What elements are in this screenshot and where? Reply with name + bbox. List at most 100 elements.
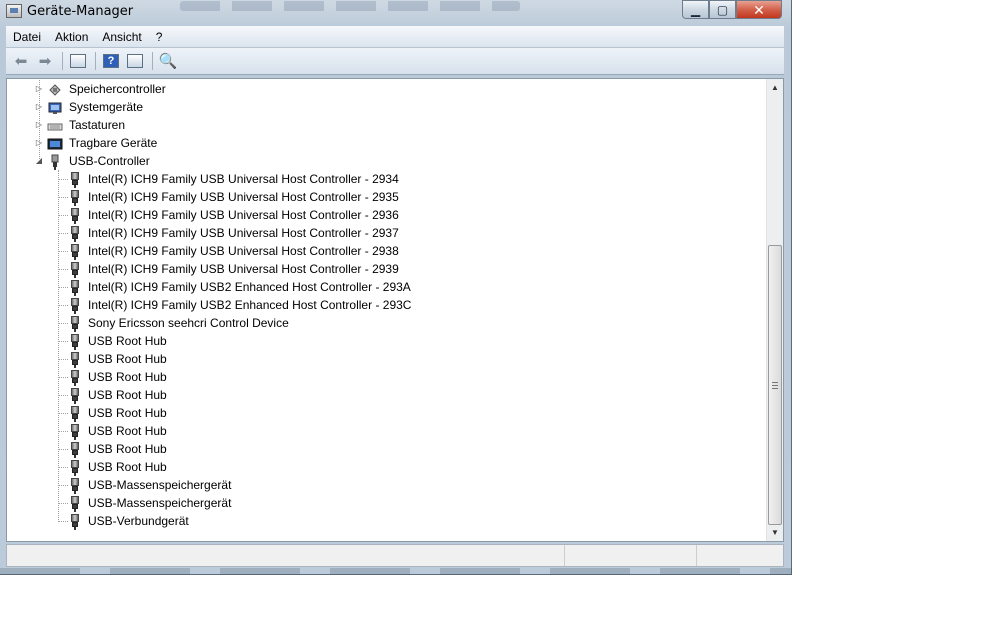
tree-branch-line bbox=[58, 431, 68, 432]
minimize-button[interactable]: ▁ bbox=[682, 0, 709, 19]
tree-category-row[interactable]: ▷ Tragbare Geräte bbox=[7, 134, 767, 152]
menu-aktion[interactable]: Aktion bbox=[48, 30, 95, 44]
usb-device-row[interactable]: Intel(R) ICH9 Family USB Universal Host … bbox=[7, 260, 767, 278]
tree-branch-line bbox=[58, 377, 68, 378]
usb-device-row[interactable]: Intel(R) ICH9 Family USB Universal Host … bbox=[7, 242, 767, 260]
minimize-icon: ▁ bbox=[690, 2, 701, 17]
title-bar[interactable]: Geräte-Manager ▁ ▢ ✕ bbox=[0, 0, 792, 24]
usb-device-label: USB Root Hub bbox=[88, 442, 167, 456]
usb-device-icon bbox=[67, 316, 83, 332]
status-bar bbox=[6, 544, 784, 567]
tree-category-label: Tragbare Geräte bbox=[69, 136, 158, 150]
usb-device-label: USB-Massenspeichergerät bbox=[88, 478, 232, 492]
tree-category-row[interactable]: ◢ USB-Controller bbox=[7, 152, 767, 170]
tree-category-label: Tastaturen bbox=[69, 118, 126, 132]
usb-device-label: Intel(R) ICH9 Family USB2 Enhanced Host … bbox=[88, 298, 412, 312]
forward-icon: ➡ bbox=[38, 53, 52, 70]
help-icon: ? bbox=[103, 54, 119, 68]
properties-button[interactable] bbox=[67, 51, 89, 71]
back-icon: ⬅ bbox=[14, 53, 28, 70]
usb-device-label: USB Root Hub bbox=[88, 352, 167, 366]
back-button[interactable]: ⬅ bbox=[10, 51, 32, 71]
tree-connector-line bbox=[58, 170, 59, 522]
tree-branch-line bbox=[58, 395, 68, 396]
scroll-up-button[interactable]: ▲ bbox=[767, 79, 783, 96]
usb-device-icon bbox=[67, 244, 83, 260]
device-manager-window: Geräte-Manager ▁ ▢ ✕ Datei Aktion Ansich… bbox=[0, 0, 792, 575]
caption-buttons: ▁ ▢ ✕ bbox=[682, 0, 782, 20]
properties-icon bbox=[70, 54, 86, 68]
maximize-button[interactable]: ▢ bbox=[709, 0, 736, 19]
tree-category-row[interactable]: ▷ Systemgeräte bbox=[7, 98, 767, 116]
help-button[interactable]: ? bbox=[100, 51, 122, 71]
usb-device-row[interactable]: USB Root Hub bbox=[7, 404, 767, 422]
tree-branch-line bbox=[58, 269, 68, 270]
usb-device-label: Intel(R) ICH9 Family USB2 Enhanced Host … bbox=[88, 280, 411, 294]
usb-device-label: USB-Verbundgerät bbox=[88, 514, 189, 528]
usb-device-icon bbox=[67, 370, 83, 386]
usb-device-label: USB Root Hub bbox=[88, 388, 167, 402]
menu-datei[interactable]: Datei bbox=[6, 30, 48, 44]
status-pane-2 bbox=[565, 545, 697, 566]
usb-device-row[interactable]: USB Root Hub bbox=[7, 332, 767, 350]
tree-category-label: Speichercontroller bbox=[69, 82, 166, 96]
tree-branch-line bbox=[58, 197, 68, 198]
maximize-icon: ▢ bbox=[716, 2, 729, 17]
keyboard-icon bbox=[47, 118, 63, 134]
usb-device-label: Intel(R) ICH9 Family USB Universal Host … bbox=[88, 262, 399, 276]
tree-branch-line bbox=[58, 215, 68, 216]
usb-device-row[interactable]: USB Root Hub bbox=[7, 422, 767, 440]
usb-device-row[interactable]: Intel(R) ICH9 Family USB Universal Host … bbox=[7, 224, 767, 242]
tree-branch-line bbox=[58, 485, 68, 486]
storage-controller-icon bbox=[47, 82, 63, 98]
usb-device-label: Intel(R) ICH9 Family USB Universal Host … bbox=[88, 244, 399, 258]
scan-hardware-button[interactable]: 🔍 bbox=[157, 51, 179, 71]
usb-device-row[interactable]: USB Root Hub bbox=[7, 368, 767, 386]
usb-device-row[interactable]: USB Root Hub bbox=[7, 440, 767, 458]
usb-device-label: USB Root Hub bbox=[88, 334, 167, 348]
tree-branch-line bbox=[58, 323, 68, 324]
usb-device-row[interactable]: Intel(R) ICH9 Family USB2 Enhanced Host … bbox=[7, 278, 767, 296]
tree-branch-line bbox=[58, 521, 68, 522]
window-title: Geräte-Manager bbox=[27, 4, 134, 19]
usb-device-row[interactable]: USB Root Hub bbox=[7, 350, 767, 368]
tree-category-row[interactable]: ▷ Speichercontroller bbox=[7, 80, 767, 98]
usb-device-icon bbox=[67, 406, 83, 422]
usb-device-row[interactable]: USB Root Hub bbox=[7, 386, 767, 404]
usb-device-row[interactable]: Intel(R) ICH9 Family USB Universal Host … bbox=[7, 206, 767, 224]
usb-device-icon bbox=[67, 352, 83, 368]
device-tree: ▷ Speichercontroller ▷ Systemgeräte ▷ Tastatu… bbox=[7, 80, 767, 530]
usb-device-row[interactable]: Intel(R) ICH9 Family USB Universal Host … bbox=[7, 170, 767, 188]
close-button[interactable]: ✕ bbox=[736, 0, 782, 19]
toolbar-separator bbox=[95, 52, 96, 70]
show-hidden-button[interactable] bbox=[124, 51, 146, 71]
usb-device-label: Intel(R) ICH9 Family USB Universal Host … bbox=[88, 226, 399, 240]
usb-device-label: Intel(R) ICH9 Family USB Universal Host … bbox=[88, 190, 399, 204]
usb-device-icon bbox=[67, 298, 83, 314]
scroll-down-button[interactable]: ▼ bbox=[767, 524, 783, 541]
forward-button[interactable]: ➡ bbox=[34, 51, 56, 71]
tree-branch-line bbox=[58, 467, 68, 468]
tree-category-label: Systemgeräte bbox=[69, 100, 144, 114]
usb-device-icon bbox=[67, 172, 83, 188]
tree-branch-line bbox=[58, 341, 68, 342]
usb-device-row[interactable]: Intel(R) ICH9 Family USB Universal Host … bbox=[7, 188, 767, 206]
scrollbar-grip-icon bbox=[772, 382, 778, 389]
usb-device-row[interactable]: USB-Verbundgerät bbox=[7, 512, 767, 530]
usb-device-row[interactable]: Intel(R) ICH9 Family USB2 Enhanced Host … bbox=[7, 296, 767, 314]
vertical-scrollbar[interactable]: ▲ ▼ bbox=[766, 79, 783, 541]
tree-category-row[interactable]: ▷ Tastaturen bbox=[7, 116, 767, 134]
tree-branch-line bbox=[58, 233, 68, 234]
system-devices-icon bbox=[47, 100, 63, 116]
background-window-ghost bbox=[0, 568, 792, 575]
menu-ansicht[interactable]: Ansicht bbox=[95, 30, 148, 44]
tree-category-label: USB-Controller bbox=[69, 154, 150, 168]
usb-device-row[interactable]: USB-Massenspeichergerät bbox=[7, 494, 767, 512]
usb-device-row[interactable]: USB Root Hub bbox=[7, 458, 767, 476]
scrollbar-thumb[interactable] bbox=[768, 245, 782, 525]
usb-device-icon bbox=[67, 514, 83, 530]
usb-device-row[interactable]: Sony Ericsson seehcri Control Device bbox=[7, 314, 767, 332]
menu-help[interactable]: ? bbox=[149, 30, 170, 44]
usb-device-row[interactable]: USB-Massenspeichergerät bbox=[7, 476, 767, 494]
usb-device-label: USB Root Hub bbox=[88, 460, 167, 474]
